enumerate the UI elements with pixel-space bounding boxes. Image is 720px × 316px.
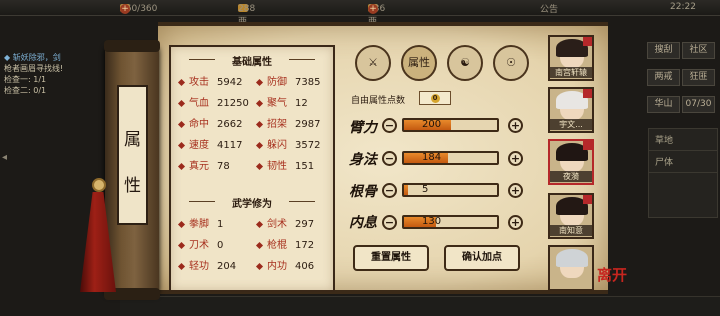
quest-title: ◆ 斩妖除邪，剑 (4, 53, 61, 62)
stat-dodge: 躲闪 3572 (255, 136, 320, 151)
menu-button[interactable]: 两戒 (647, 69, 680, 86)
top-status-bar: 360/360 + 288两255文 536两 + 公告 22:22 (0, 0, 720, 50)
quest-line: 检查二: 0/1 (4, 86, 47, 95)
stat-focus: 聚气 12 (255, 94, 308, 109)
tassel-bead (92, 178, 106, 192)
increase-strength-button[interactable]: + (508, 118, 523, 133)
free-points-value: 0 (419, 91, 451, 105)
character-name: 宇文... (550, 119, 592, 130)
quest-tracker[interactable]: ◆ 斩妖除邪，剑 枪者画眉寻找线! 检查一: 1/1 检查二: 0/1 (0, 52, 120, 114)
character-portrait[interactable]: 南知意 (548, 193, 594, 239)
bottom-toolbar (120, 296, 720, 316)
battle-flag-icon (583, 37, 592, 46)
date-label: 07/30 (682, 96, 715, 113)
character-portrait[interactable]: 夜漪 (548, 139, 594, 185)
character-portrait[interactable]: 南宫轩辕 (548, 35, 594, 81)
stat-parry: 招架 2987 (255, 115, 320, 130)
attr-breath-label: 内息 (349, 215, 377, 231)
breath-value: 130 (422, 216, 442, 227)
stat-defense: 防御 7385 (255, 73, 320, 88)
menu-button[interactable]: 狂匪 (682, 69, 715, 86)
menu-button[interactable]: 社区 (682, 42, 715, 59)
stat-tenacity: 韧性 151 (255, 157, 314, 172)
character-portrait[interactable] (548, 245, 594, 291)
strength-value: 200 (422, 119, 442, 130)
quest-line: 检查一: 1/1 (4, 75, 47, 84)
decrease-breath-button[interactable]: − (382, 215, 397, 230)
collapse-arrow-icon[interactable]: ◂ (2, 152, 7, 163)
stat-hit: 命中 2662 (177, 115, 242, 130)
portrait-hair (556, 249, 588, 267)
menu-button[interactable]: 搜刮 (647, 42, 680, 59)
environment-item[interactable]: 尸体 (649, 151, 717, 173)
reset-attributes-button[interactable]: 重置属性 (353, 245, 429, 271)
stat-fist: 拳脚 1 (177, 215, 223, 230)
location-label: 华山 (647, 96, 680, 113)
stat-lightness: 轻功 204 (177, 257, 236, 272)
decrease-constitution-button[interactable]: − (382, 183, 397, 198)
environment-panel: 草地 尸体 (648, 128, 718, 218)
environment-item[interactable]: 草地 (649, 129, 717, 151)
character-name: 夜漪 (550, 171, 592, 182)
agility-value: 184 (422, 152, 442, 163)
close-button[interactable]: 离开 (597, 264, 627, 285)
attr-agility-label: 身法 (349, 152, 377, 168)
battle-flag-icon (583, 89, 592, 98)
stat-blade: 刀术 0 (177, 236, 223, 251)
quest-line: 枪者画眉寻找线! (4, 64, 64, 73)
add-stamina-button[interactable]: + (120, 4, 130, 14)
increase-constitution-button[interactable]: + (508, 183, 523, 198)
battle-flag-icon (583, 195, 592, 204)
basic-attributes-title: 基础属性 (171, 53, 333, 68)
character-name: 南知意 (550, 225, 592, 236)
stat-sword: 剑术 297 (255, 215, 314, 230)
decrease-agility-button[interactable]: − (382, 151, 397, 166)
martial-title: 武学修为 (171, 195, 333, 210)
scroll-cap-top (104, 40, 160, 52)
confirm-points-button[interactable]: 确认加点 (444, 245, 520, 271)
attribute-panel: 基础属性 攻击 5942 防御 7385 气血 21250 聚气 12 命中 2662 招… (169, 45, 335, 292)
character-portrait[interactable]: 宇文... (548, 87, 594, 133)
attr-strength-label: 臂力 (349, 120, 377, 136)
constitution-value: 5 (422, 184, 429, 195)
stat-spear: 枪棍 172 (255, 236, 314, 251)
strength-bar: 200 (402, 118, 499, 132)
armor-tab-icon[interactable]: ⚔ (355, 45, 391, 81)
agility-bar: 184 (402, 151, 499, 165)
announcement-button[interactable]: 公告 (540, 2, 558, 15)
point-coin-icon: 0 (430, 94, 440, 103)
stat-attack: 攻击 5942 (177, 73, 242, 88)
free-points-label: 自由属性点数 (351, 96, 406, 106)
meridian-tab-icon[interactable]: ☉ (493, 45, 529, 81)
stat-hp: 气血 21250 (177, 94, 249, 109)
decrease-strength-button[interactable]: − (382, 118, 397, 133)
breath-bar: 130 (402, 215, 499, 229)
clock: 22:22 (670, 2, 696, 12)
increase-breath-button[interactable]: + (508, 215, 523, 230)
battle-flag-icon (583, 141, 592, 150)
bar-fill (404, 185, 408, 195)
character-name: 南宫轩辕 (550, 67, 592, 78)
attr-constitution-label: 根骨 (349, 184, 377, 200)
stat-true-yuan: 真元 78 (177, 157, 230, 172)
increase-agility-button[interactable]: + (508, 151, 523, 166)
bagua-tab-icon[interactable]: ☯ (447, 45, 483, 81)
scroll-title: 属性 (117, 85, 148, 225)
attribute-tab-icon[interactable]: 属性 (401, 45, 437, 81)
stat-speed: 速度 4117 (177, 136, 242, 151)
stat-inner: 内功 406 (255, 257, 314, 272)
constitution-bar: 5 (402, 183, 499, 197)
add-silver-button[interactable]: + (368, 4, 378, 14)
